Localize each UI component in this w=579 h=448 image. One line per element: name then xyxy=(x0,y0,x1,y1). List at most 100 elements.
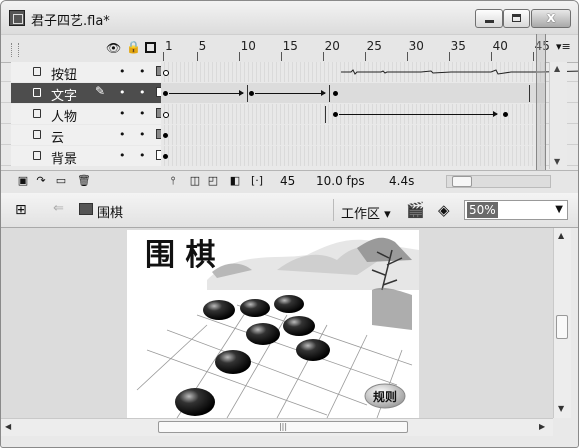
frame-rate: 10.0 fps xyxy=(316,174,365,188)
motion-tween-arrow xyxy=(255,90,326,96)
keyframe[interactable] xyxy=(163,154,168,159)
motion-tween-arrow xyxy=(169,90,244,96)
panel-grip-icon[interactable] xyxy=(11,43,19,57)
keyframe[interactable] xyxy=(333,112,338,117)
layer-frames[interactable] xyxy=(161,104,545,124)
frame-ruler[interactable]: 1 5 10 15 20 25 30 35 40 45 xyxy=(161,35,550,62)
lock-all-icon[interactable]: 🔒 xyxy=(126,40,141,54)
scene-icon[interactable]: ⊞ xyxy=(15,202,27,218)
layer-icon xyxy=(33,151,41,160)
modify-onion-markers-icon[interactable]: [·] xyxy=(251,175,263,187)
layer-name-cell[interactable]: 背景 • • xyxy=(11,146,167,167)
minimize-button[interactable] xyxy=(475,9,503,28)
lock-dot[interactable]: • xyxy=(139,65,146,78)
scroll-down-icon[interactable]: ▼ xyxy=(558,404,564,413)
add-motion-guide-icon[interactable]: ↷ xyxy=(35,175,47,187)
new-folder-icon[interactable]: ▭ xyxy=(55,175,67,187)
panel-menu-icon[interactable]: ▾≡ xyxy=(556,40,571,53)
delete-layer-icon[interactable]: 🗑 xyxy=(77,175,91,187)
layer-row-cloud[interactable]: 云 • • xyxy=(1,125,578,146)
layer-name: 文字 xyxy=(51,89,78,104)
zoom-value[interactable]: 50% xyxy=(467,202,498,218)
layer-name-cell[interactable]: 云 • • xyxy=(11,125,167,146)
layer-icon xyxy=(33,130,41,139)
go-scene-artwork: 围 棋 规则 xyxy=(136,237,419,418)
frame-boundary xyxy=(529,85,530,102)
scene-clapper-icon xyxy=(79,203,93,215)
layer-row-background[interactable]: 背景 • • xyxy=(1,146,578,167)
back-arrow-icon[interactable]: ⇐ xyxy=(53,201,64,216)
workspace-label: 工作区 xyxy=(341,207,381,222)
chevron-down-icon[interactable]: ▼ xyxy=(555,204,563,215)
stage-canvas[interactable]: 围 棋 规则 xyxy=(127,230,419,418)
empty-keyframe[interactable] xyxy=(163,112,169,118)
ruler-tick xyxy=(532,52,534,61)
keyframe[interactable] xyxy=(163,133,168,138)
onion-skin-icon[interactable]: ◫ xyxy=(189,175,201,187)
motion-tween-arrow xyxy=(339,111,498,117)
stage-horizontal-scrollbar[interactable]: ◀ ||| ▶ xyxy=(1,418,553,436)
keyframe[interactable] xyxy=(249,91,254,96)
scroll-thumb[interactable] xyxy=(452,176,472,187)
lock-dot[interactable]: • xyxy=(139,86,146,99)
playhead[interactable] xyxy=(536,34,546,170)
lock-dot[interactable]: • xyxy=(139,149,146,162)
scroll-down-icon[interactable]: ▼ xyxy=(554,157,560,166)
visibility-dot[interactable]: • xyxy=(119,107,126,120)
new-layer-icon[interactable]: ▣ xyxy=(17,175,29,187)
layer-name-cell[interactable]: 按钮 • • xyxy=(11,62,167,83)
visibility-dot[interactable]: • xyxy=(119,86,126,99)
timeline-horizontal-scrollbar[interactable] xyxy=(446,175,551,188)
lock-dot[interactable]: • xyxy=(139,128,146,141)
maximize-button[interactable] xyxy=(503,9,530,28)
maximize-icon xyxy=(512,14,521,22)
frame-boundary xyxy=(329,85,330,102)
zoom-select[interactable]: 50% ▼ xyxy=(464,200,568,220)
layer-name-cell[interactable]: 人物 • • xyxy=(11,104,167,125)
stage-vertical-scrollbar[interactable]: ▲ ▼ xyxy=(553,228,571,418)
keyframe[interactable] xyxy=(503,112,508,117)
ruler-tick xyxy=(490,52,492,61)
breadcrumb-scene[interactable]: 围棋 xyxy=(97,202,123,221)
layer-row-figure[interactable]: 人物 • • xyxy=(1,104,578,125)
scroll-thumb[interactable]: ||| xyxy=(158,421,408,433)
center-frame-icon[interactable]: ⫯ xyxy=(167,175,179,187)
layer-frames[interactable] xyxy=(161,62,578,82)
visibility-dot[interactable]: • xyxy=(119,149,126,162)
rules-button-label[interactable]: 规则 xyxy=(373,389,397,404)
layer-icon xyxy=(33,88,41,97)
scroll-left-icon[interactable]: ◀ xyxy=(5,422,11,431)
onion-skin-outlines-icon[interactable]: ◰ xyxy=(207,175,219,187)
visibility-dot[interactable]: • xyxy=(119,65,126,78)
ruler-tick xyxy=(163,52,164,61)
timeline-vertical-scrollbar[interactable]: ▲ ▼ xyxy=(549,62,567,169)
edit-symbols-icon[interactable]: 🎬 xyxy=(406,201,425,219)
outline-all-icon[interactable] xyxy=(145,42,156,53)
layer-row-buttons[interactable]: 按钮 • • xyxy=(1,62,578,83)
keyframe[interactable] xyxy=(163,91,168,96)
show-hide-all-icon[interactable]: 👁 xyxy=(106,41,121,55)
layer-frames[interactable] xyxy=(161,146,545,166)
scroll-up-icon[interactable]: ▲ xyxy=(554,64,560,73)
workspace-menu[interactable]: 工作区 ▾ xyxy=(341,203,391,222)
edit-multiple-frames-icon[interactable]: ◧ xyxy=(229,175,241,187)
layer-frames[interactable] xyxy=(161,125,545,145)
layer-name-cell[interactable]: 文字 ✎ • • xyxy=(11,83,167,104)
edit-objects-icon[interactable]: ◈ xyxy=(438,201,450,219)
title-bar[interactable]: 君子四艺.fla* x xyxy=(1,1,578,34)
empty-keyframe[interactable] xyxy=(163,70,169,76)
frame-boundary xyxy=(247,85,248,102)
close-button[interactable]: x xyxy=(531,9,571,28)
keyframe[interactable] xyxy=(333,91,338,96)
ruler-tick xyxy=(280,52,282,61)
visibility-dot[interactable]: • xyxy=(119,128,126,141)
scroll-up-icon[interactable]: ▲ xyxy=(558,231,564,240)
layer-row-text[interactable]: 文字 ✎ • • xyxy=(1,83,578,104)
ruler-tick xyxy=(364,52,366,61)
scroll-thumb[interactable] xyxy=(556,315,568,339)
lock-dot[interactable]: • xyxy=(139,107,146,120)
ruler-label: 40 xyxy=(492,39,508,53)
stage-area[interactable]: 围 棋 规则 xyxy=(1,228,553,418)
layer-frames[interactable] xyxy=(161,83,545,103)
scroll-right-icon[interactable]: ▶ xyxy=(539,422,545,431)
